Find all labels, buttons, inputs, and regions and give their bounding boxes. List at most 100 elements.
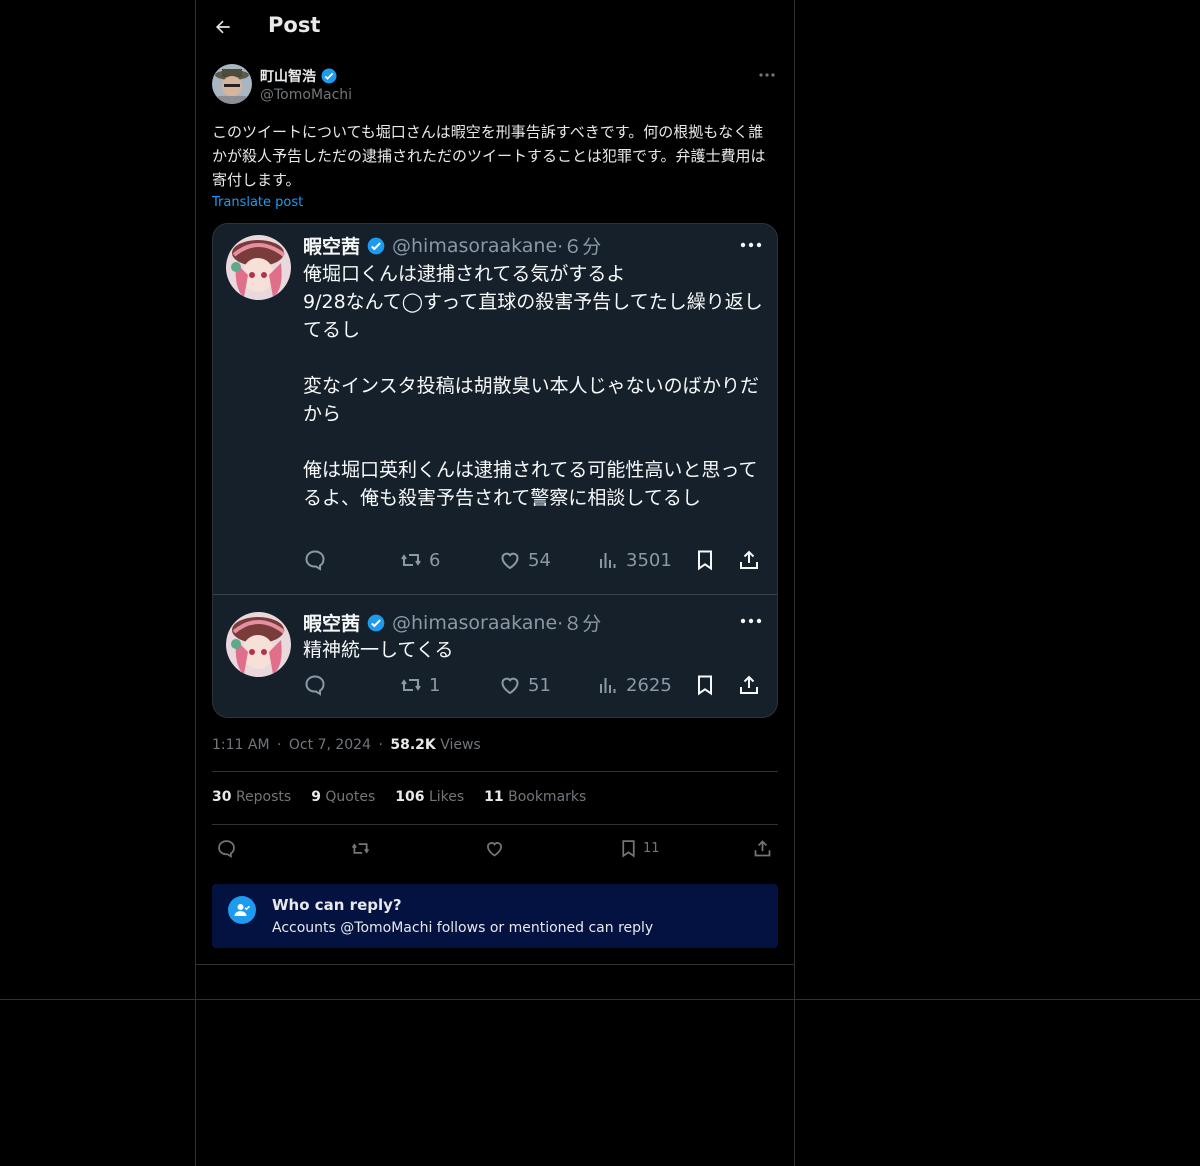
post-text: このツイートについても堀口さんは暇空を刑事告訴すべきです。何の根拠もなく誰かが殺… (212, 123, 766, 189)
embedded-like-count: 54 (528, 549, 551, 571)
repost-button[interactable] (350, 838, 371, 859)
reply-button[interactable] (216, 838, 237, 859)
translate-post-link[interactable]: Translate post (212, 195, 303, 210)
post-stats: 30 Reposts 9 Quotes 106 Likes 11 Bookmar… (212, 789, 586, 805)
reply-restriction-badge (228, 896, 256, 924)
likes-label: Likes (428, 789, 465, 805)
likes-stat[interactable]: 106 Likes (395, 789, 464, 805)
author-name[interactable]: 町山智浩 (260, 66, 338, 86)
bookmark-count: 11 (643, 841, 660, 856)
share-icon (740, 675, 758, 694)
bookmarks-count: 11 (484, 789, 504, 805)
embedded-tweet: 暇空茜 @himasoraakane ·６分 俺堀口くんは逮捕されてる気がするよ … (213, 224, 777, 594)
reply-restriction-title: Who can reply? (272, 896, 402, 914)
bookmark-icon (622, 840, 635, 858)
bookmark-icon (698, 550, 712, 571)
repost-icon (401, 554, 421, 566)
verified-badge-icon (367, 237, 385, 254)
reposts-label: Reposts (235, 789, 292, 805)
meta-separator: · (277, 737, 282, 753)
views-label: Views (440, 737, 481, 753)
reposts-count: 30 (212, 789, 232, 805)
likes-count: 106 (395, 789, 425, 805)
divider (212, 771, 778, 772)
embedded-share-action (737, 673, 761, 697)
embedded-avatar (226, 235, 291, 300)
share-button[interactable] (752, 838, 773, 859)
more-options-icon (740, 242, 762, 248)
embedded-reply-action (303, 548, 327, 572)
embedded-tweet-text: 精神統一してくる (303, 639, 454, 661)
embedded-time: ·６分 (557, 236, 602, 258)
bookmark-button[interactable]: 11 (618, 838, 660, 859)
embedded-repost-count: 6 (429, 549, 441, 571)
quotes-label: Quotes (325, 789, 376, 805)
quotes-count: 9 (311, 789, 321, 805)
repost-icon (351, 843, 370, 854)
reply-icon (305, 675, 325, 696)
embedded-author-name: 暇空茜 (303, 613, 361, 635)
embedded-like-action: 54 (498, 548, 551, 572)
embedded-time: ·８分 (557, 613, 602, 635)
reply-icon (305, 550, 325, 571)
embedded-views-action: 2625 (596, 673, 672, 697)
embedded-image[interactable]: 暇空茜 @himasoraakane ·６分 俺堀口くんは逮捕されてる気がするよ … (212, 223, 778, 718)
embedded-avatar (226, 612, 291, 677)
bookmarks-stat: 11 Bookmarks (484, 789, 586, 805)
post-time[interactable]: 1:11 AM (212, 737, 270, 753)
embedded-author-handle: @himasoraakane (392, 611, 558, 634)
share-icon (754, 840, 771, 857)
meta-separator: · (378, 737, 383, 753)
more-options-icon (740, 618, 762, 624)
embedded-tweet-header: 暇空茜 @himasoraakane ·６分 (303, 232, 601, 259)
quotes-stat[interactable]: 9 Quotes (311, 789, 375, 805)
back-arrow-icon[interactable] (213, 17, 233, 37)
post-date[interactable]: Oct 7, 2024 (289, 737, 371, 753)
author-name-text[interactable]: 町山智浩 (260, 66, 316, 86)
embedded-repost-count: 1 (429, 674, 441, 696)
bookmarks-label: Bookmarks (508, 789, 587, 805)
embedded-views-count: 2625 (626, 674, 672, 696)
post-meta: 1:11 AM · Oct 7, 2024 · 58.2K Views (212, 737, 481, 753)
embedded-tweet: 暇空茜 @himasoraakane ·８分 精神統一してくる 1 51 262… (213, 595, 777, 717)
embedded-bookmark-action (693, 673, 717, 697)
main-column: Post 町山智浩 @TomoMachi このツイートについても堀口さんは暇空を… (195, 0, 795, 1166)
embedded-author-name: 暇空茜 (303, 236, 361, 258)
embedded-reply-action (303, 673, 327, 697)
views-chart-icon (600, 553, 616, 568)
reposts-stat[interactable]: 30 Reposts (212, 789, 291, 805)
embedded-tweet-header: 暇空茜 @himasoraakane ·８分 (303, 609, 601, 636)
page-title: Post (268, 13, 321, 37)
reply-restriction-subtitle: Accounts @TomoMachi follows or mentioned… (272, 920, 654, 936)
author-handle[interactable]: @TomoMachi (260, 87, 352, 103)
views-count: 58.2K (390, 737, 436, 753)
page-header: Post (196, 0, 794, 54)
divider (0, 999, 1200, 1000)
person-check-icon (234, 904, 251, 916)
embedded-views-count: 3501 (626, 549, 672, 571)
reply-restriction-notice: Who can reply? Accounts @TomoMachi follo… (212, 884, 778, 948)
divider (196, 964, 794, 965)
post-actions: 11 (212, 836, 778, 862)
divider (212, 824, 778, 825)
embedded-tweet-actions: 6 54 3501 (303, 548, 763, 578)
embedded-share-action (737, 548, 761, 572)
heart-icon (501, 677, 519, 695)
author-avatar[interactable] (212, 64, 252, 104)
embedded-tweet-text: 俺堀口くんは逮捕されてる気がするよ 9/28なんて◯すって直球の殺害予告してたし… (303, 263, 763, 509)
heart-icon (501, 552, 519, 570)
embedded-like-action: 51 (498, 673, 551, 697)
reply-icon (218, 840, 235, 858)
views-chart-icon (600, 678, 616, 693)
verified-badge-icon (367, 614, 385, 631)
more-options-icon[interactable] (758, 68, 776, 82)
embedded-repost-action: 6 (399, 548, 440, 572)
heart-icon (487, 842, 502, 857)
embedded-repost-action: 1 (399, 673, 440, 697)
verified-badge-icon (321, 68, 337, 84)
repost-icon (401, 679, 421, 691)
embedded-views-action: 3501 (596, 548, 672, 572)
like-button[interactable] (484, 838, 505, 859)
bookmark-icon (698, 675, 712, 696)
share-icon (740, 550, 758, 569)
